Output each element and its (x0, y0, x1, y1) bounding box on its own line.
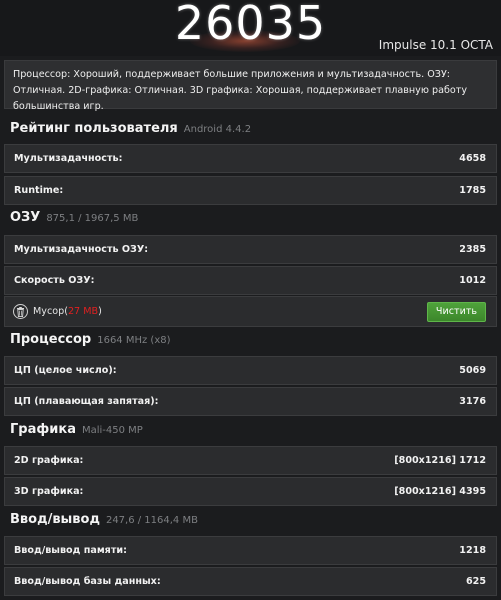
section-subtitle: 875,1 / 1967,5 MB (46, 213, 139, 224)
section-cpu: Процессор 1664 MHz (x8) (10, 332, 171, 352)
section-user-rating: Рейтинг пользователя Android 4.4.2 (10, 121, 251, 141)
score-row-database-io: Ввод/вывод базы данных: 625 (4, 567, 497, 596)
section-title: Рейтинг пользователя (10, 121, 178, 136)
clean-button[interactable]: Чистить (427, 301, 486, 322)
score-header: 26035 Impulse 10.1 OCTA (0, 0, 501, 56)
score-label: ЦП (плавающая запятая): (14, 396, 159, 407)
score-value: 625 (465, 576, 486, 587)
score-value: 5069 (459, 365, 486, 376)
score-label: Ввод/вывод памяти: (14, 545, 127, 556)
score-row-2d-graphics: 2D графика: [800x1216] 1712 (4, 446, 497, 475)
score-label: ЦП (целое число): (14, 365, 117, 376)
junk-size: 27 MB (67, 306, 99, 317)
score-row-cpu-integer: ЦП (целое число): 5069 (4, 356, 497, 385)
junk-label: Мусор(27 MB) (33, 306, 102, 317)
trash-icon (13, 304, 28, 319)
score-row-multitasking: Мультизадачность: 4658 (4, 144, 497, 173)
section-title: Графика (10, 422, 76, 437)
score-value: 1218 (459, 545, 486, 556)
device-name: Impulse 10.1 OCTA (378, 38, 493, 52)
score-row-3d-graphics: 3D графика: [800x1216] 4395 (4, 477, 497, 506)
score-row-memory-io: Ввод/вывод памяти: 1218 (4, 536, 497, 565)
score-label: Мультизадачность ОЗУ: (14, 244, 149, 255)
summary-text: Процессор: Хороший, поддерживает большие… (13, 69, 468, 112)
score-value: 2385 (459, 244, 486, 255)
score-row-ram-speed: Скорость ОЗУ: 1012 (4, 266, 497, 295)
score-value: [800x1216] 4395 (394, 486, 486, 497)
section-title: ОЗУ (10, 210, 41, 225)
section-subtitle: Android 4.4.2 (183, 124, 252, 135)
score-row-ram-multitasking: Мультизадачность ОЗУ: 2385 (4, 235, 497, 264)
score-label: Скорость ОЗУ: (14, 275, 95, 286)
score-label: Runtime: (14, 185, 64, 196)
section-ram: ОЗУ 875,1 / 1967,5 MB (10, 210, 138, 230)
section-subtitle: 1664 MHz (x8) (97, 335, 171, 346)
score-label: Мультизадачность: (14, 153, 123, 164)
score-value: 4658 (459, 153, 486, 164)
score-label: Ввод/вывод базы данных: (14, 576, 161, 587)
score-value: 3176 (459, 396, 486, 407)
score-label: 3D графика: (14, 486, 84, 497)
section-subtitle: 247,6 / 1164,4 MB (105, 515, 198, 526)
summary-box: Процессор: Хороший, поддерживает большие… (4, 60, 497, 112)
score-row-runtime: Runtime: 1785 (4, 176, 497, 205)
section-title: Процессор (10, 332, 92, 347)
junk-row: Мусор(27 MB) Чистить (4, 296, 497, 327)
section-subtitle: Mali-450 MP (81, 425, 143, 436)
score-value: 1012 (459, 275, 486, 286)
section-graphics: Графика Mali-450 MP (10, 422, 143, 442)
score-label: 2D графика: (14, 455, 84, 466)
score-value: 1785 (459, 185, 486, 196)
score-value: [800x1216] 1712 (394, 455, 486, 466)
section-title: Ввод/вывод (10, 512, 100, 527)
score-row-cpu-float: ЦП (плавающая запятая): 3176 (4, 387, 497, 416)
section-io: Ввод/вывод 247,6 / 1164,4 MB (10, 512, 198, 532)
